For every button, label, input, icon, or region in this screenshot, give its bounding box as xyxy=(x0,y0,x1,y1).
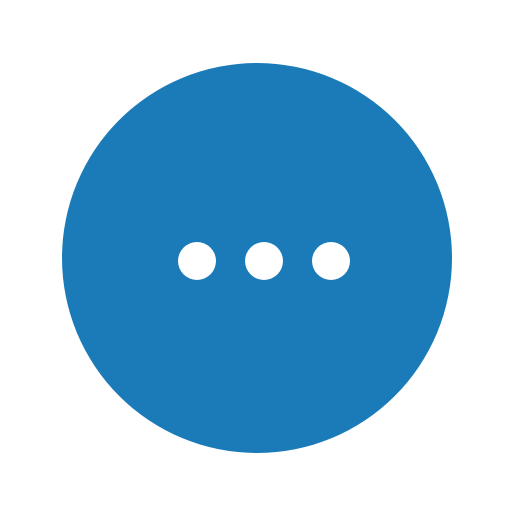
ellipsis-dot-icon xyxy=(245,242,283,280)
ellipsis-dot-icon xyxy=(312,242,350,280)
ellipsis-dot-icon xyxy=(178,242,216,280)
icon-canvas xyxy=(0,0,512,512)
